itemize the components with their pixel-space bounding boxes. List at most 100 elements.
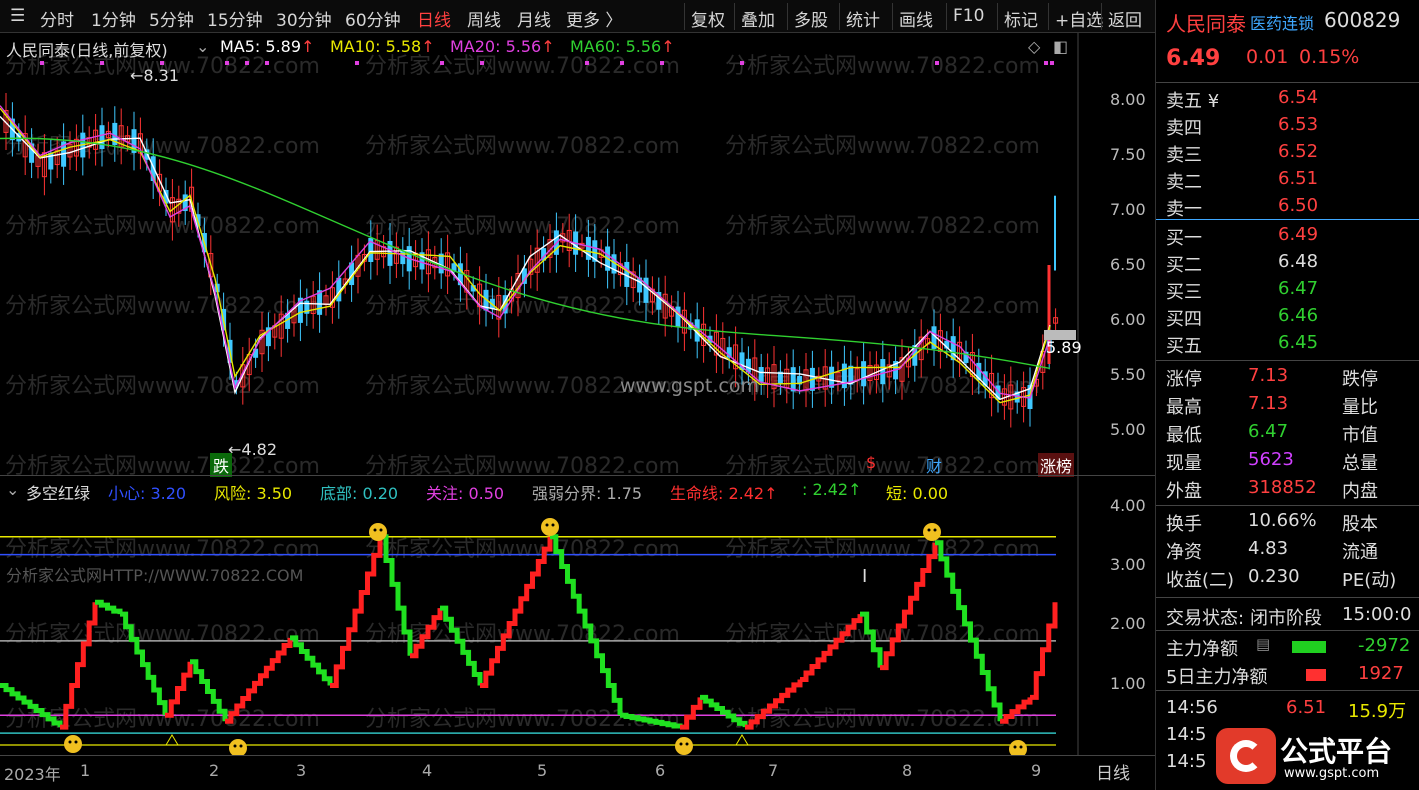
tab-fenshi[interactable]: 分时 — [40, 6, 74, 31]
tag-zhangbang[interactable]: 涨榜 — [1038, 453, 1075, 477]
quote-row-label: 最高 — [1166, 397, 1202, 418]
icon-menu[interactable]: ☰ — [10, 6, 25, 26]
happy-face-icon — [1013, 745, 1017, 749]
yaxis-label: 3.00 — [1110, 555, 1146, 574]
text-cursor-icon: I — [862, 566, 867, 587]
candle-body — [438, 253, 444, 274]
list-icon[interactable]: ▤ — [1256, 635, 1270, 653]
quote-row-value: 7.13 — [1248, 393, 1289, 414]
tag-die[interactable]: 跌 — [210, 453, 233, 477]
tab-daily[interactable]: 日线 — [417, 6, 451, 31]
status-value: 闭市阶段 — [1250, 608, 1322, 629]
xaxis-label: 3 — [296, 761, 307, 780]
panel-toggle-icon[interactable]: ◧ — [1053, 37, 1068, 56]
bg-watermark: 分析家公式网www.70822.com — [365, 454, 680, 475]
xaxis-label: 8 — [902, 761, 913, 780]
bg-watermark: 分析家公式网www.70822.com — [725, 537, 1040, 562]
quote-row-value: 6.50 — [1278, 195, 1319, 216]
stock-sector[interactable]: 医药连锁 — [1250, 10, 1314, 34]
happy-face-icon — [1019, 745, 1023, 749]
sad-face-icon — [933, 528, 937, 532]
logo-text: 公式平台 — [1280, 735, 1393, 768]
indicator-value: 关注: 0.50 — [426, 484, 505, 503]
candle-body — [880, 359, 886, 385]
indicator-line — [330, 536, 383, 688]
ma20-label: MA20: 5.56↑ — [450, 37, 555, 56]
quote-row: 买五 6.45 — [1156, 330, 1419, 357]
button-back[interactable]: 返回 — [1101, 3, 1148, 31]
tick-volume: 15.9万 — [1348, 701, 1407, 722]
kline-svg: 分析家公式网www.70822.com 分析家公式网www.70822.com 分析… — [0, 33, 1079, 475]
bg-watermark: 分析家公式网www.70822.com — [725, 134, 1040, 159]
tab-more[interactable]: 更多 〉 — [566, 6, 622, 31]
tag-cai[interactable]: 财 — [926, 453, 942, 477]
quote-row: 卖二 6.51 — [1156, 166, 1419, 193]
quote-row: 最高 7.13 量比 — [1156, 391, 1419, 418]
quote-row-label: 涨停 — [1166, 369, 1202, 390]
quote-row-label2: 总量 — [1342, 453, 1378, 474]
marker-caret — [735, 734, 749, 746]
button-fuquan[interactable]: 复权 — [684, 3, 731, 31]
diamond-icon[interactable]: ◇ — [1028, 37, 1040, 56]
tick-time: 14:5 — [1166, 724, 1207, 745]
bg-watermark: 分析家公式网www.70822.com — [725, 214, 1040, 239]
signal-dot — [935, 61, 939, 65]
quote-row-label: 换手 — [1166, 514, 1202, 535]
bg-watermark: 分析家公式网www.70822.com — [725, 294, 1040, 319]
status-label: 交易状态: — [1166, 608, 1245, 629]
quote-row-label: 卖四 — [1166, 118, 1202, 139]
sad-face-icon — [541, 518, 559, 536]
yaxis-label: 1.00 — [1110, 674, 1146, 693]
tab-15min[interactable]: 15分钟 — [207, 6, 263, 31]
quote-row-value: 6.49 — [1278, 224, 1319, 245]
period-indicator[interactable]: 日线 — [1096, 759, 1130, 784]
quote-row-label: 收益(二) — [1166, 570, 1235, 591]
button-multistock[interactable]: 多股 — [787, 3, 834, 31]
quote-row-value: 6.48 — [1278, 251, 1319, 272]
signal-dot — [245, 61, 249, 65]
tick-time: 14:56 — [1166, 697, 1218, 718]
indicator-panel[interactable]: 分析家公式网www.70822.com 分析家公式网www.70822.com 分析… — [0, 475, 1155, 756]
quote-row: 换手 10.66% 股本 — [1156, 508, 1419, 535]
button-stats[interactable]: 统计 — [839, 3, 886, 31]
sad-face-icon — [927, 528, 931, 532]
quote-row-label2: 量比 — [1342, 397, 1378, 418]
tab-5min[interactable]: 5分钟 — [149, 6, 194, 31]
xaxis-label: 6 — [655, 761, 666, 780]
quote-row-label: 卖二 — [1166, 172, 1202, 193]
chevron-down-icon[interactable]: ⌄ — [196, 37, 209, 56]
indicator-watermark: 分析家公式网HTTP://WWW.70822.COM — [6, 566, 304, 585]
tab-60min[interactable]: 60分钟 — [345, 6, 401, 31]
bg-watermark: 分析家公式网www.70822.com — [5, 374, 320, 399]
indicator-value: 小心: 3.20 — [108, 484, 187, 503]
signal-dot — [225, 61, 229, 65]
xaxis-label: 2 — [209, 761, 220, 780]
quote-row: 最低 6.47 市值 — [1156, 419, 1419, 446]
tab-1min[interactable]: 1分钟 — [91, 6, 136, 31]
quote-row-value: 6.47 — [1248, 421, 1289, 442]
chevron-down-icon[interactable]: ⌄ — [6, 480, 19, 499]
quote-row-value: 5623 — [1248, 449, 1294, 470]
tag-s[interactable]: $ — [866, 453, 876, 472]
tab-weekly[interactable]: 周线 — [467, 6, 501, 31]
yaxis-label: 5.00 — [1110, 420, 1146, 439]
quote-row-label2: 流通 — [1342, 542, 1378, 563]
indicator-value: 短: 0.00 — [886, 484, 949, 503]
stock-code: 600829 — [1324, 8, 1401, 32]
net5-bar — [1306, 669, 1326, 681]
signal-dot — [100, 61, 104, 65]
tab-30min[interactable]: 30分钟 — [276, 6, 332, 31]
quote-row: 收益(二) 0.230 PE(动) — [1156, 564, 1419, 591]
button-overlay[interactable]: 叠加 — [734, 3, 781, 31]
quote-row-label: 卖三 — [1166, 145, 1202, 166]
tab-monthly[interactable]: 月线 — [517, 6, 551, 31]
signal-dot — [480, 61, 484, 65]
button-mark[interactable]: 标记 — [997, 3, 1044, 31]
button-f10[interactable]: F10 — [946, 3, 990, 30]
candle-body — [643, 277, 649, 303]
indicator-svg: 分析家公式网www.70822.com 分析家公式网www.70822.com 分析… — [0, 476, 1079, 756]
kline-chart[interactable]: 分析家公式网www.70822.com 分析家公式网www.70822.com 分析… — [0, 33, 1155, 477]
button-draw[interactable]: 画线 — [892, 3, 939, 31]
quote-row: 卖三 6.52 — [1156, 139, 1419, 166]
quote-panel: 人民同泰 医药连锁 600829 6.49 0.01 0.15% 交易状态: 闭… — [1155, 0, 1419, 790]
